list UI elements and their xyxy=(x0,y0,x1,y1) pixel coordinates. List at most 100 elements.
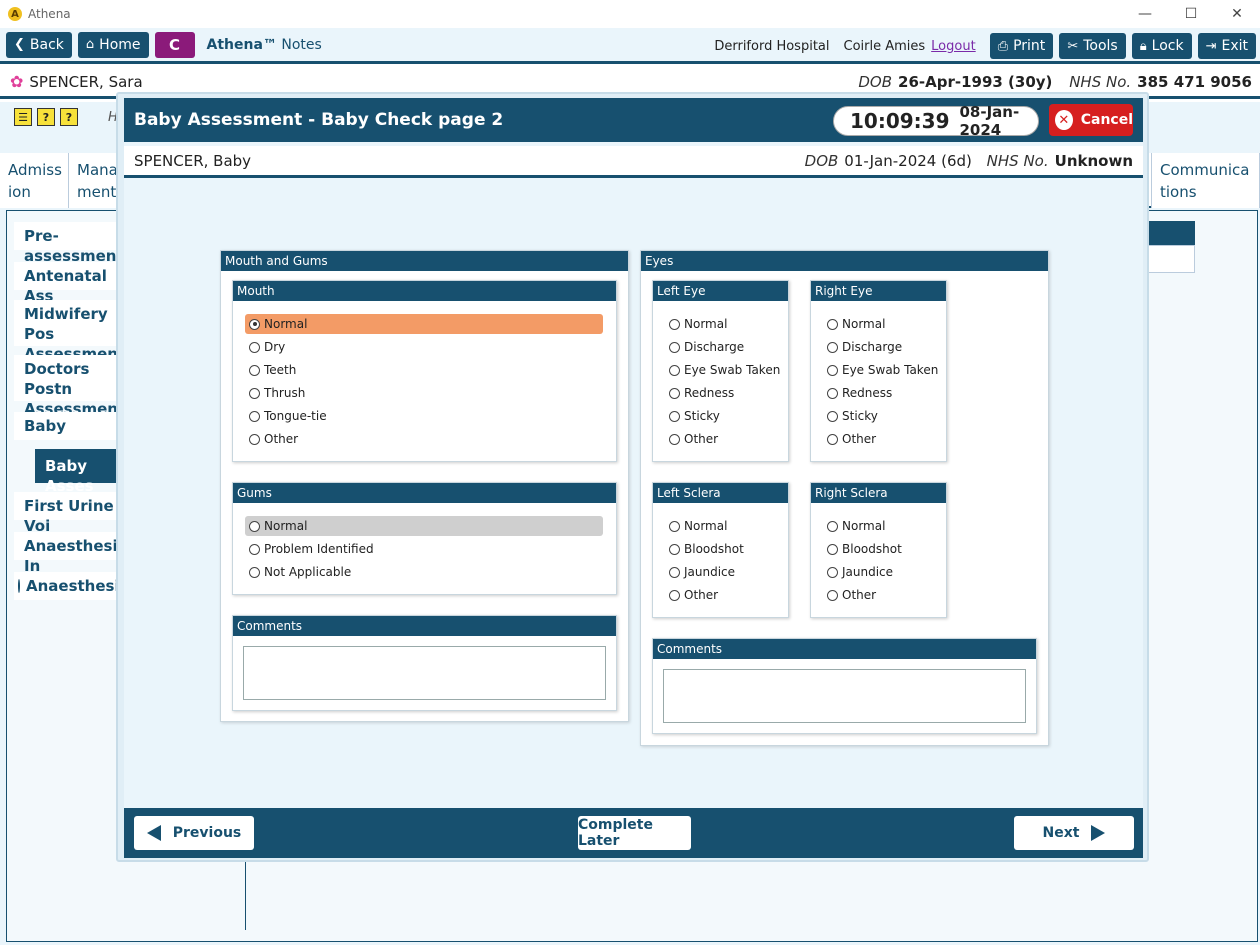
baby-banner: SPENCER, Baby DOB 01-Jan-2024 (6d) NHS No… xyxy=(124,146,1143,178)
right-sclera-option-jaundice[interactable]: Jaundice xyxy=(823,562,893,582)
radio-icon xyxy=(827,433,838,445)
app-brand: Athena™ Notes xyxy=(206,36,322,53)
left-eye-title: Left Eye xyxy=(653,281,788,301)
tab-communications[interactable]: Communica tions xyxy=(1151,153,1260,208)
lock-button[interactable]: 🔒︎ Lock xyxy=(1131,33,1192,59)
lock-icon: 🔒︎ xyxy=(1139,38,1147,54)
dialog-title: Baby Assessment - Baby Check page 2 xyxy=(134,110,504,130)
radio-icon xyxy=(669,318,680,330)
help-icon-2[interactable]: ? xyxy=(60,108,78,126)
circle-icon xyxy=(18,579,20,593)
mouth-gums-title: Mouth and Gums xyxy=(221,251,628,271)
eyes-title: Eyes xyxy=(641,251,1048,271)
left-eye-option-discharge[interactable]: Discharge xyxy=(665,337,744,357)
maximize-icon[interactable]: ☐ xyxy=(1168,0,1214,28)
help-list-icon[interactable]: ☰ xyxy=(14,108,32,126)
right-sclera-section: Right Sclera Normal Bloodshot Jaundice O… xyxy=(810,482,947,618)
main-toolbar: ❮ Back ⌂ Home C Athena™ Notes Derriford Ho… xyxy=(0,28,1260,64)
right-eye-option-redness[interactable]: Redness xyxy=(823,383,892,403)
arrow-left-icon xyxy=(146,825,161,841)
clock-time: 10:09:39 xyxy=(850,109,950,133)
left-eye-option-swab[interactable]: Eye Swab Taken xyxy=(665,360,780,380)
patient-name: SPENCER, Sara xyxy=(29,72,143,91)
mouth-option-teeth[interactable]: Teeth xyxy=(245,360,296,380)
radio-icon xyxy=(669,589,680,601)
home-icon: ⌂ xyxy=(85,37,95,52)
c-button[interactable]: C xyxy=(154,31,195,58)
left-sclera-option-bloodshot[interactable]: Bloodshot xyxy=(665,539,744,559)
radio-icon xyxy=(249,543,260,555)
radio-icon xyxy=(827,543,838,555)
left-sclera-option-jaundice[interactable]: Jaundice xyxy=(665,562,735,582)
gums-title: Gums xyxy=(233,483,616,503)
radio-icon xyxy=(669,520,680,532)
right-sclera-option-other[interactable]: Other xyxy=(823,585,876,605)
left-eye-option-redness[interactable]: Redness xyxy=(665,383,734,403)
radio-icon xyxy=(249,364,260,376)
back-button[interactable]: ❮ Back xyxy=(6,31,72,58)
left-sclera-section: Left Sclera Normal Bloodshot Jaundice Ot… xyxy=(652,482,789,618)
mouth-option-thrush[interactable]: Thrush xyxy=(245,383,305,403)
left-sclera-option-normal[interactable]: Normal xyxy=(665,516,727,536)
window-titlebar: A Athena — ☐ ✕ xyxy=(0,0,1260,28)
clock: 10:09:39 08-Jan-2024 xyxy=(833,103,1039,139)
eyes-comments-input[interactable] xyxy=(663,669,1026,723)
user-name: Coirle Amies xyxy=(843,38,926,54)
mouth-option-tongue-tie[interactable]: Tongue-tie xyxy=(245,406,327,426)
divider-line xyxy=(245,860,246,930)
help-icon[interactable]: ? xyxy=(37,108,55,126)
right-sclera-option-bloodshot[interactable]: Bloodshot xyxy=(823,539,902,559)
exit-button[interactable]: ⇥ Exit xyxy=(1197,33,1256,59)
left-eye-option-sticky[interactable]: Sticky xyxy=(665,406,720,426)
left-eye-section: Left Eye Normal Discharge Eye Swab Taken… xyxy=(652,280,789,462)
dialog-body: Baby Assessment - Baby Check page 2 10:0… xyxy=(124,98,1143,858)
right-sclera-option-normal[interactable]: Normal xyxy=(823,516,885,536)
mouth-option-other[interactable]: Other xyxy=(245,429,298,449)
logout-link[interactable]: Logout xyxy=(931,39,976,54)
right-eye-option-swab[interactable]: Eye Swab Taken xyxy=(823,360,938,380)
next-button[interactable]: Next xyxy=(1014,816,1134,850)
baby-nhs: Unknown xyxy=(1054,152,1133,170)
previous-button[interactable]: Previous xyxy=(134,816,254,850)
mouth-gums-group: Mouth and Gums Mouth Normal Dry Teeth Th… xyxy=(220,250,629,722)
radio-icon xyxy=(827,566,838,578)
gums-option-problem[interactable]: Problem Identified xyxy=(245,539,374,559)
radio-icon xyxy=(669,341,680,353)
mouth-comments-input[interactable] xyxy=(243,646,606,700)
hospital-name: Derriford Hospital xyxy=(714,38,830,54)
tab-admission[interactable]: Admiss ion xyxy=(0,153,69,208)
home-button[interactable]: ⌂ Home xyxy=(77,31,149,58)
complete-later-button[interactable]: Complete Later xyxy=(578,816,691,850)
radio-icon xyxy=(827,410,838,422)
right-eye-option-other[interactable]: Other xyxy=(823,429,876,449)
printer-icon: ⎙ xyxy=(997,38,1009,54)
left-eye-option-other[interactable]: Other xyxy=(665,429,718,449)
cancel-button[interactable]: ✕ Cancel xyxy=(1049,104,1133,136)
right-eye-section: Right Eye Normal Discharge Eye Swab Take… xyxy=(810,280,947,462)
left-eye-option-normal[interactable]: Normal xyxy=(665,314,727,334)
right-eye-option-discharge[interactable]: Discharge xyxy=(823,337,902,357)
radio-icon xyxy=(669,410,680,422)
help-icons: ☰ ? ? xyxy=(14,108,83,126)
eyes-comments-title: Comments xyxy=(653,639,1036,659)
baby-ids: DOB 01-Jan-2024 (6d) NHS No. Unknown xyxy=(804,152,1133,170)
baby-name: SPENCER, Baby xyxy=(134,151,252,170)
mouth-option-dry[interactable]: Dry xyxy=(245,337,285,357)
gums-option-not-applicable[interactable]: Not Applicable xyxy=(245,562,351,582)
close-icon[interactable]: ✕ xyxy=(1214,0,1260,28)
toolbar-right: Derriford Hospital Coirle Amies Logout ⎙… xyxy=(714,33,1256,59)
minimize-icon[interactable]: — xyxy=(1122,0,1168,28)
radio-icon xyxy=(669,543,680,555)
mouth-option-normal[interactable]: Normal xyxy=(245,314,603,334)
gums-option-normal[interactable]: Normal xyxy=(245,516,603,536)
right-eye-option-sticky[interactable]: Sticky xyxy=(823,406,878,426)
left-sclera-option-other[interactable]: Other xyxy=(665,585,718,605)
right-eye-option-normal[interactable]: Normal xyxy=(823,314,885,334)
dialog-header: Baby Assessment - Baby Check page 2 10:0… xyxy=(124,98,1143,142)
eyes-group: Eyes Left Eye Normal Discharge Eye Swab … xyxy=(640,250,1049,746)
tools-button[interactable]: ✂ Tools xyxy=(1059,33,1126,59)
mouth-title: Mouth xyxy=(233,281,616,301)
gums-section: Gums Normal Problem Identified Not Appli… xyxy=(232,482,617,595)
print-button[interactable]: ⎙ Print xyxy=(989,33,1054,59)
patient-ids: DOB 26-Apr-1993 (30y) NHS No. 385 471 9056 xyxy=(858,73,1252,91)
